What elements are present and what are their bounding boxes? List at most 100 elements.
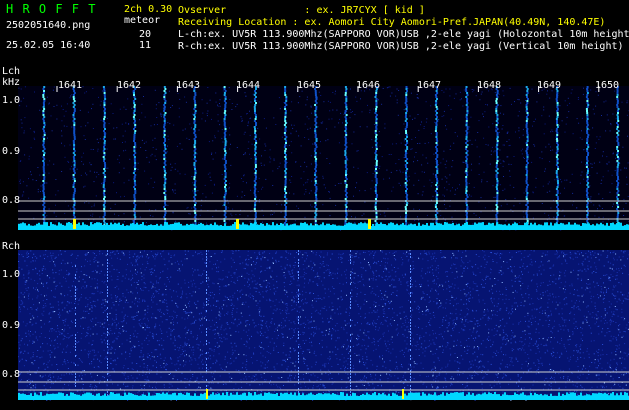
rch-noise bbox=[331, 335, 333, 337]
rch-noise bbox=[604, 286, 606, 288]
rch-noise bbox=[619, 324, 621, 325]
rch-noise bbox=[289, 273, 291, 275]
lch-noise bbox=[93, 203, 95, 205]
rch-noise bbox=[550, 314, 552, 316]
lch-baseline bbox=[264, 225, 266, 230]
lch-noise bbox=[431, 182, 433, 183]
rch-noise bbox=[173, 255, 175, 257]
lch-noise bbox=[525, 100, 526, 101]
rch-noise bbox=[432, 280, 434, 282]
rch-noise bbox=[563, 377, 564, 379]
rch-noise bbox=[232, 316, 234, 318]
rch-noise bbox=[22, 353, 24, 354]
lch-baseline bbox=[112, 224, 114, 230]
lch-noise bbox=[94, 171, 95, 173]
lch-noise bbox=[599, 136, 601, 138]
lch-noise bbox=[228, 186, 230, 188]
rch-noise bbox=[498, 269, 500, 271]
lch-noise bbox=[297, 102, 299, 104]
lch-noise bbox=[56, 118, 58, 120]
rch-noise bbox=[54, 340, 56, 341]
lch-noise bbox=[615, 157, 617, 159]
rch-noise bbox=[191, 359, 193, 361]
rch-noise bbox=[49, 303, 51, 305]
rch-noise bbox=[144, 309, 146, 311]
rch-noise bbox=[540, 261, 542, 263]
rch-noise bbox=[224, 338, 226, 340]
rch-noise bbox=[526, 266, 528, 268]
rch-noise bbox=[57, 325, 58, 327]
rch-noise bbox=[447, 322, 449, 324]
lch-noise bbox=[107, 167, 109, 169]
rch-noise bbox=[110, 358, 112, 360]
lch-baseline bbox=[390, 222, 392, 230]
rch-noise bbox=[430, 318, 432, 320]
rch-noise bbox=[205, 262, 206, 264]
rch-noise bbox=[442, 386, 444, 388]
rch-noise bbox=[584, 388, 585, 390]
rch-noise bbox=[394, 286, 396, 288]
lch-noise bbox=[547, 183, 549, 185]
rch-noise bbox=[106, 357, 108, 359]
rch-noise bbox=[94, 301, 96, 302]
rch-noise bbox=[148, 327, 150, 329]
lch-noise bbox=[291, 101, 293, 103]
rch-noise bbox=[442, 345, 443, 347]
lch-noise bbox=[334, 184, 336, 186]
lch-noise bbox=[507, 131, 509, 133]
lch-baseline bbox=[240, 224, 242, 230]
rch-noise bbox=[539, 265, 541, 267]
lch-noise bbox=[72, 178, 73, 180]
rch-noise bbox=[613, 286, 615, 288]
rch-noise bbox=[488, 316, 490, 318]
rch-noise bbox=[436, 375, 438, 377]
lch-noise bbox=[564, 131, 566, 133]
rch-noise bbox=[458, 367, 460, 369]
lch-noise bbox=[589, 129, 591, 131]
rch-noise bbox=[433, 361, 435, 363]
rch-noise bbox=[201, 331, 202, 333]
rch-noise bbox=[80, 325, 81, 327]
lch-noise bbox=[538, 92, 540, 94]
rch-noise bbox=[322, 261, 324, 263]
lch-noise bbox=[481, 181, 483, 183]
lch-noise bbox=[110, 207, 112, 209]
lch-noise bbox=[407, 152, 409, 154]
rch-noise bbox=[432, 339, 434, 341]
rch-noise bbox=[249, 314, 251, 316]
lch-noise bbox=[229, 127, 230, 129]
rch-noise bbox=[232, 294, 234, 296]
lch-noise bbox=[411, 138, 413, 140]
rch-noise bbox=[283, 345, 285, 347]
lch-noise bbox=[291, 152, 293, 154]
lch-baseline bbox=[70, 222, 72, 230]
rch-noise bbox=[544, 384, 546, 386]
rch-noise bbox=[532, 303, 534, 305]
rch-noise bbox=[470, 363, 472, 365]
rch-noise bbox=[370, 252, 372, 254]
rch-noise bbox=[533, 362, 535, 364]
lch-baseline bbox=[32, 225, 34, 230]
rch-noise bbox=[362, 384, 364, 386]
rch-noise bbox=[596, 318, 598, 320]
rch-noise bbox=[623, 374, 625, 376]
lch-noise bbox=[144, 116, 146, 118]
rch-noise bbox=[591, 316, 593, 318]
rch-noise bbox=[106, 315, 107, 317]
rch-noise bbox=[59, 332, 61, 334]
lch-noise bbox=[270, 214, 272, 216]
rch-noise bbox=[473, 346, 475, 348]
rch-noise bbox=[159, 300, 161, 302]
rch-noise bbox=[24, 343, 25, 345]
rch-noise bbox=[83, 274, 85, 276]
lch-noise bbox=[169, 123, 171, 125]
lch-baseline bbox=[124, 225, 126, 230]
rch-noise bbox=[469, 374, 471, 376]
rch-noise bbox=[569, 338, 571, 340]
rch-noise bbox=[247, 281, 248, 283]
rch-noise bbox=[28, 277, 30, 279]
lch-noise bbox=[186, 207, 188, 209]
lch-noise bbox=[508, 163, 510, 165]
rch-noise bbox=[332, 306, 334, 308]
rch-noise bbox=[582, 255, 584, 257]
